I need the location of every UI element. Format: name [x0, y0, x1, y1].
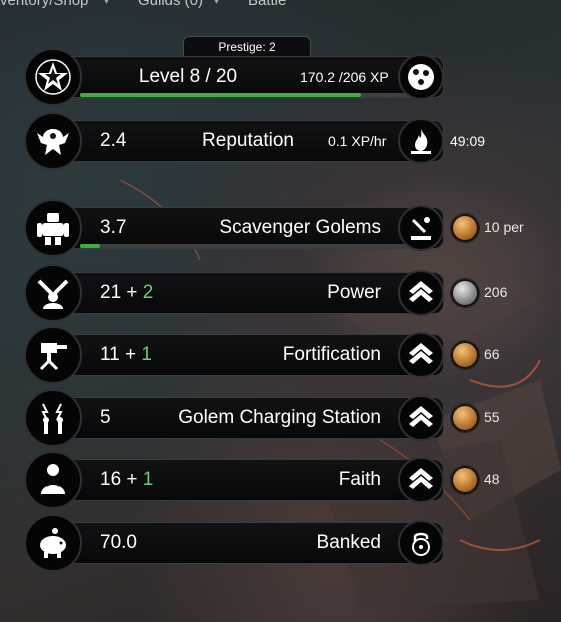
- banked-row: 70.0 Banked: [0, 514, 561, 572]
- swords-icon: [24, 264, 82, 322]
- chevron-down-icon: ▾: [214, 0, 220, 7]
- scavenger-label: Scavenger Golems: [219, 217, 381, 238]
- faith-value: 16 + 1: [100, 469, 154, 490]
- piggy-bank-icon: [24, 514, 82, 572]
- charging-cost: 55: [484, 409, 500, 425]
- faith-label: Faith: [338, 469, 381, 490]
- lightning-coils-icon: [24, 389, 82, 447]
- coin-icon: [450, 213, 480, 243]
- coin-icon: [450, 403, 480, 433]
- coin-icon: [450, 340, 480, 370]
- scavenger-progress: [80, 244, 420, 248]
- level-label: Level 8 / 20: [138, 66, 238, 87]
- level-progress: [80, 93, 420, 97]
- reputation-timer: 49:09: [450, 133, 486, 149]
- faith-cost: 48: [484, 471, 500, 487]
- stat-row-charging-station: 5 Golem Charging Station 55: [0, 389, 561, 447]
- nav-inventory-shop[interactable]: ventory/Shop: [0, 0, 88, 9]
- power-cost: 206: [484, 284, 508, 300]
- upgrade-chevron-icon[interactable]: [398, 270, 444, 316]
- reputation-rate: 0.1 XP/hr: [328, 133, 387, 149]
- reputation-label: Reputation: [202, 130, 294, 151]
- praying-figure-icon: [24, 451, 82, 509]
- stat-row-fortification: 11 + 1 Fortification 66: [0, 326, 561, 384]
- scavenger-value: 3.7: [100, 217, 127, 238]
- level-progress-fill: [80, 93, 361, 97]
- nav-battle[interactable]: Battle: [248, 0, 286, 9]
- reputation-value: 2.4: [100, 130, 127, 151]
- stat-row-faith: 16 + 1 Faith 48: [0, 451, 561, 509]
- charging-value: 5: [100, 407, 111, 428]
- stat-row-scavenger: 3.7 Scavenger Golems 10 per: [0, 199, 561, 257]
- fortification-label: Fortification: [282, 344, 381, 365]
- level-row: Level 8 / 20 170.2 /206 XP: [0, 48, 561, 106]
- dice-icon[interactable]: [398, 54, 444, 100]
- padlock-icon[interactable]: [398, 520, 444, 566]
- fortification-value: 11 + 1: [100, 344, 152, 365]
- coin-icon: [450, 465, 480, 495]
- scavenger-cost: 10 per: [484, 219, 524, 235]
- xp-label: 170.2 /206 XP: [300, 69, 389, 85]
- fortification-cost: 66: [484, 346, 500, 362]
- eagle-icon: [24, 112, 82, 170]
- upgrade-chevron-icon[interactable]: [398, 457, 444, 503]
- banked-value: 70.0: [100, 532, 137, 553]
- star-icon: [24, 48, 82, 106]
- mining-icon[interactable]: [398, 205, 444, 251]
- golem-icon: [24, 199, 82, 257]
- turret-icon: [24, 326, 82, 384]
- reputation-row: 2.4 Reputation 0.1 XP/hr 49:09: [0, 112, 561, 170]
- banked-label: Banked: [316, 532, 381, 553]
- chevron-down-icon: ▾: [104, 0, 110, 7]
- scavenger-progress-fill: [80, 244, 101, 248]
- coin-icon: [450, 278, 480, 308]
- charging-label: Golem Charging Station: [178, 407, 381, 428]
- power-value: 21 + 2: [100, 282, 154, 303]
- nav-guilds[interactable]: Guilds (0): [138, 0, 203, 9]
- upgrade-chevron-icon[interactable]: [398, 395, 444, 441]
- stat-row-power: 21 + 2 Power 206: [0, 264, 561, 322]
- fire-icon[interactable]: [398, 118, 444, 164]
- power-label: Power: [327, 282, 381, 303]
- top-nav: ventory/Shop ▾ Guilds (0) ▾ Battle: [0, 0, 561, 10]
- upgrade-chevron-icon[interactable]: [398, 332, 444, 378]
